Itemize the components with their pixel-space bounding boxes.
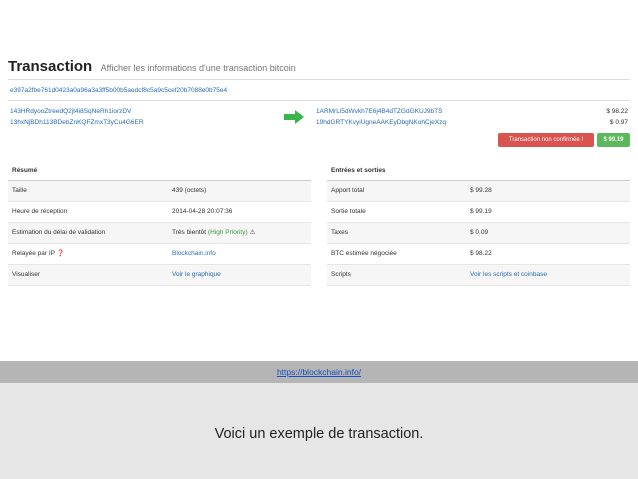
summary-panel: Résumé Taille 439 (octets) Heure de réce… — [8, 162, 311, 286]
row-value: $ 98.22 — [470, 250, 492, 257]
table-row: Estimation du délai de validation Très b… — [8, 223, 311, 244]
input-address-link[interactable]: 13hxNjBDh113BDebZnKQFZmxT3yCu4G6ER — [10, 117, 144, 128]
table-row: Taille 439 (octets) — [8, 181, 311, 202]
table-row: BTC estimée négociée $ 98.22 — [327, 244, 630, 265]
row-label: BTC estimée négociée — [331, 250, 397, 257]
row-value: $ 0.09 — [470, 229, 489, 236]
table-row: Taxes $ 0.09 — [327, 223, 630, 244]
priority-label: (High Priority) — [207, 229, 248, 236]
blockchain-page: Transaction Afficher les informations d'… — [0, 0, 638, 361]
table-row: Apport total $ 99.28 — [327, 181, 630, 202]
page-title: Transaction — [8, 58, 93, 75]
arrow-right-icon — [284, 110, 304, 124]
warning-icon: ⚠ — [249, 229, 256, 236]
transaction-hash-link[interactable]: e397a2fbe761d0423a0a96a3a3ff5b00b5aedcf8… — [10, 87, 227, 94]
row-label: Estimation du délai de validation — [12, 229, 106, 236]
validation-estimate: Très bientôt — [172, 229, 207, 236]
table-row: Heure de réception 2014-04-28 20:07:36 — [8, 202, 311, 223]
view-graph-link[interactable]: Voir le graphique — [172, 265, 221, 285]
unconfirmed-status-button[interactable]: Transaction non confirmée ! — [498, 133, 594, 147]
scripts-link[interactable]: Voir les scripts et coinbase — [470, 265, 547, 285]
io-heading: Entrées et sorties — [327, 162, 630, 181]
row-label: Visualiser — [12, 271, 41, 278]
row-label: Taille — [12, 187, 27, 194]
inputs-outputs-panel: Entrées et sorties Apport total $ 99.28 … — [327, 162, 630, 286]
output-address-link[interactable]: 1ARMrLi5dWvkh7E6j4B4dTZGdGKUJ9bTS — [316, 106, 442, 117]
divider — [8, 100, 630, 101]
table-row: Relayée par IP ❓ Blockchain.info — [8, 244, 311, 265]
summary-heading: Résumé — [8, 162, 311, 181]
row-label: Sortie totale — [331, 208, 366, 215]
question-circle-icon[interactable]: ❓ — [57, 250, 65, 257]
total-amount-button[interactable]: $ 99.19 — [597, 133, 630, 147]
input-address-link[interactable]: 143HRdyooZtreedQ2jt4i8SqNeRh1iorzDV — [10, 106, 131, 117]
row-label: Scripts — [331, 271, 351, 278]
page-heading: Transaction Afficher les informations d'… — [8, 58, 296, 76]
row-value: Très bientôt (High Priority) ⚠ — [172, 223, 255, 243]
source-url-link[interactable]: https://blockchain.info/ — [0, 367, 638, 377]
page-subtitle: Afficher les informations d'une transact… — [100, 63, 296, 73]
row-value: $ 99.28 — [470, 187, 492, 194]
table-row: Sortie totale $ 99.19 — [327, 202, 630, 223]
relayed-by-label: Relayée par IP — [12, 250, 55, 257]
relay-ip-link[interactable]: Blockchain.info — [172, 244, 216, 264]
table-row: Visualiser Voir le graphique — [8, 265, 311, 286]
table-row: Scripts Voir les scripts et coinbase — [327, 265, 630, 286]
row-label: Relayée par IP ❓ — [12, 244, 65, 264]
row-value: $ 99.19 — [470, 208, 492, 215]
row-label: Heure de réception — [12, 208, 68, 215]
output-amount: $ 98.22 — [606, 108, 628, 115]
slide-caption: Voici un exemple de transaction. — [214, 426, 424, 442]
row-value: 2014-04-28 20:07:36 — [172, 208, 233, 215]
output-amount: $ 0.97 — [609, 119, 628, 126]
output-address-link[interactable]: 19hdGRTYKvyiUgneAAKEyDbgNKohCjeXzq — [316, 117, 446, 128]
row-label: Apport total — [331, 187, 365, 194]
row-label: Taxes — [331, 229, 348, 236]
row-value: 439 (octets) — [172, 187, 207, 194]
divider — [8, 79, 630, 80]
